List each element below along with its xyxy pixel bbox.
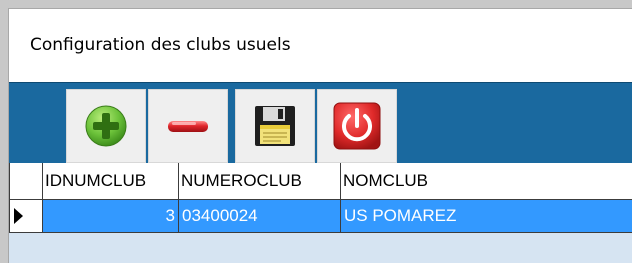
cell-idnumclub[interactable]: 3 [43, 200, 179, 233]
add-button[interactable] [66, 89, 146, 163]
cell-numeroclub[interactable]: 03400024 [179, 200, 341, 233]
table-row[interactable]: 3 03400024 US POMAREZ [9, 200, 632, 233]
row-indicator-header [9, 163, 43, 200]
column-header-idnumclub[interactable]: IDNUMCLUB [43, 163, 179, 200]
plus-circle-icon [85, 105, 127, 147]
title-bar: Configuration des clubs usuels [9, 9, 632, 82]
window-title: Configuration des clubs usuels [30, 35, 291, 55]
clubs-grid: IDNUMCLUB NUMEROCLUB NOMCLUB 3 03400024 … [9, 163, 632, 263]
config-window: Configuration des clubs usuels IDNUMCLUB… [8, 8, 632, 263]
toolbar [9, 82, 632, 163]
save-button[interactable] [235, 89, 315, 163]
remove-button[interactable] [148, 89, 228, 163]
floppy-disk-icon [255, 106, 295, 146]
minus-icon [168, 121, 208, 132]
column-header-nomclub[interactable]: NOMCLUB [341, 163, 632, 200]
row-indicator [9, 200, 43, 233]
cell-nomclub[interactable]: US POMAREZ [341, 200, 632, 233]
power-icon [333, 102, 381, 150]
power-button[interactable] [317, 89, 397, 163]
grid-header: IDNUMCLUB NUMEROCLUB NOMCLUB [9, 163, 632, 200]
current-row-arrow-icon [14, 208, 23, 224]
column-header-numeroclub[interactable]: NUMEROCLUB [179, 163, 341, 200]
